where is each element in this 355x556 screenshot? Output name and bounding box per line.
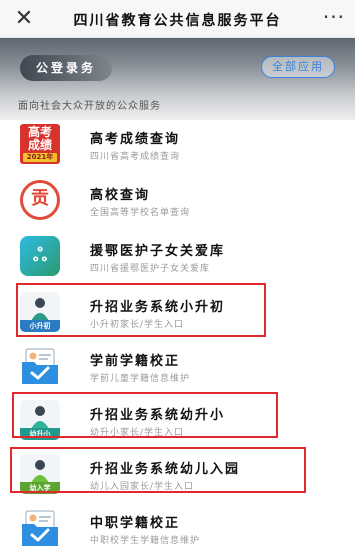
top-navigation-bar: ✕ 四川省教育公共信息服务平台 ··· xyxy=(0,0,355,38)
gaokao-badge-icon: 高考 成绩 2021年 xyxy=(20,124,60,164)
list-item[interactable]: ஃ 援鄂医护子女关爱库 四川省援鄂医护子女关爱库 xyxy=(0,230,355,284)
page-title: 四川省教育公共信息服务平台 xyxy=(73,13,282,29)
item-description: 四川省援鄂医护子女关爱库 xyxy=(90,264,211,274)
highlight-box xyxy=(10,447,306,493)
item-title: 援鄂医护子女关爱库 xyxy=(90,244,226,259)
item-title: 中职学籍校正 xyxy=(90,516,181,531)
item-description: 四川省高考成绩查询 xyxy=(90,152,181,162)
list-item[interactable]: 学前学籍校正 学前儿童学籍信息维护 xyxy=(0,340,355,394)
list-item[interactable]: 贡 高校查询 全国高等学校名单查询 xyxy=(0,174,355,228)
all-apps-button[interactable]: 全部应用 xyxy=(261,56,335,78)
service-logo: 公登录务 xyxy=(20,55,112,81)
item-title: 高校查询 xyxy=(90,188,151,203)
list-item[interactable]: 高考 成绩 2021年 高考成绩查询 四川省高考成绩查询 xyxy=(0,118,355,172)
icon-text: 高考 xyxy=(27,125,52,139)
close-icon[interactable]: ✕ xyxy=(12,6,36,32)
list-item[interactable]: 中职学籍校正 中职校学生学籍信息维护 xyxy=(0,502,355,556)
id-card-folder-icon xyxy=(22,348,58,384)
more-options-icon[interactable]: ··· xyxy=(323,7,345,27)
section-subtitle: 面向社会大众开放的公众服务 xyxy=(18,101,161,112)
highlight-box xyxy=(16,283,266,337)
highlight-box xyxy=(12,392,278,438)
icon-year: 2021年 xyxy=(23,153,57,162)
id-card-folder-icon xyxy=(22,510,58,546)
item-title: 学前学籍校正 xyxy=(90,354,181,369)
item-description: 中职校学生学籍信息维护 xyxy=(90,536,201,546)
university-icon: 贡 xyxy=(20,180,60,220)
item-title: 高考成绩查询 xyxy=(90,132,181,147)
heart-care-icon: ஃ xyxy=(20,236,60,276)
item-description: 学前儿童学籍信息维护 xyxy=(90,374,191,384)
item-description: 全国高等学校名单查询 xyxy=(90,208,191,218)
icon-text: 成绩 xyxy=(27,138,52,152)
